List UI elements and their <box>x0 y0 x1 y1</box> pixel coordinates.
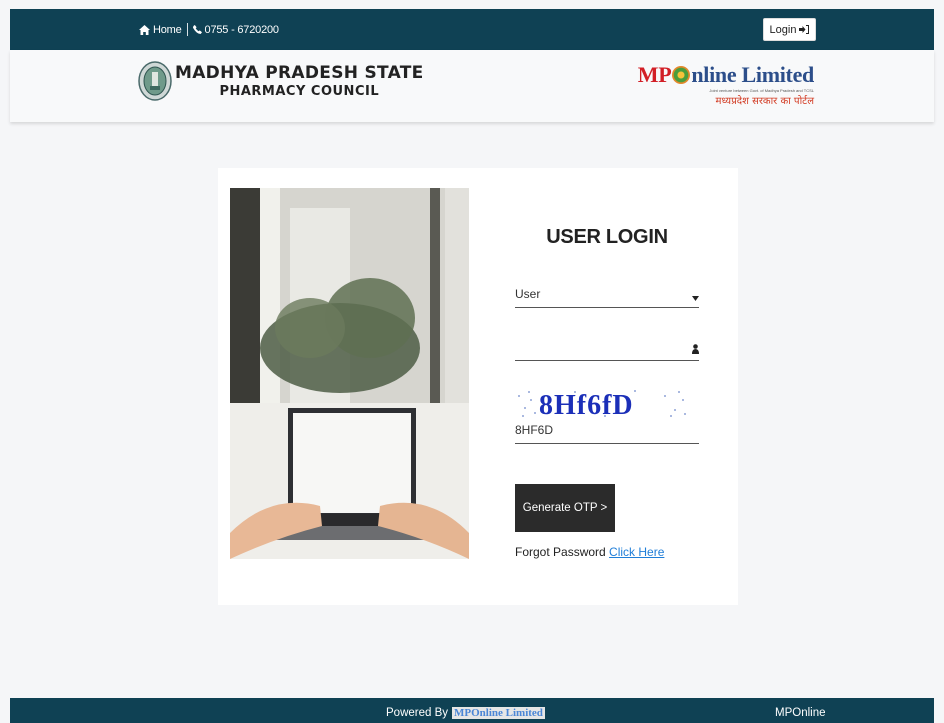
sign-in-icon <box>799 25 810 34</box>
user-id-input[interactable] <box>515 336 699 361</box>
council-name: MADHYA PRADESH STATE PHARMACY COUNCIL <box>175 63 424 101</box>
caret-down-icon <box>692 296 699 301</box>
brand-o-icon <box>672 66 691 84</box>
generate-otp-button[interactable]: Generate OTP > <box>515 484 615 532</box>
user-icon <box>692 344 699 354</box>
user-type-select[interactable]: User <box>515 283 699 308</box>
home-icon <box>139 24 150 35</box>
login-title: USER LOGIN <box>546 226 668 248</box>
login-card: USER LOGIN User 8Hf6fD 8HF6D Generate OT… <box>218 168 738 605</box>
powered-brand[interactable]: MPOnline Limited <box>452 707 545 719</box>
council-name-line2: PHARMACY COUNCIL <box>219 84 380 99</box>
powered-by: Powered By MPOnline Limited <box>386 707 545 719</box>
captcha-text: 8Hf6fD <box>539 390 634 420</box>
phone-icon <box>192 25 202 34</box>
powered-label: Powered By <box>386 707 449 719</box>
divider <box>186 23 188 36</box>
captcha-value: 8HF6D <box>515 423 554 437</box>
mponline-brand: MP nline Limited <box>637 62 815 88</box>
phone-number: 0755 - 6720200 <box>204 23 279 36</box>
site-footer: Powered By MPOnline Limited MPOnline <box>10 698 934 723</box>
council-name-line1: MADHYA PRADESH STATE <box>175 63 424 83</box>
top-bar-contact: Home 0755 - 6720200 <box>139 23 279 36</box>
captcha-image[interactable]: 8Hf6fD <box>515 388 689 420</box>
top-bar: Home 0755 - 6720200 Login <box>10 9 934 50</box>
brand-hindi: मध्यप्रदेश सरकार का पोर्टल <box>715 96 814 107</box>
phone-info: 0755 - 6720200 <box>192 23 279 36</box>
forgot-label: Forgot Password <box>515 545 606 559</box>
login-button[interactable]: Login <box>763 18 816 41</box>
brand-mp: MP <box>637 62 672 87</box>
footer-right-text: MPOnline <box>775 707 826 719</box>
laptop-photo <box>230 188 469 559</box>
home-link[interactable]: Home <box>139 24 182 36</box>
click-here-link[interactable]: Click Here <box>609 545 664 559</box>
brand-rest: nline Limited <box>691 62 814 87</box>
user-type-value: User <box>515 287 541 301</box>
forgot-password: Forgot Password Click Here <box>515 545 664 559</box>
mponline-logo: MP nline Limited Joint venture between Go… <box>637 62 815 107</box>
login-label: Login <box>769 23 797 36</box>
site-header: MADHYA PRADESH STATE PHARMACY COUNCIL MP… <box>10 50 934 122</box>
laptop-illustration <box>230 188 469 559</box>
home-label: Home <box>153 23 182 36</box>
council-emblem-logo <box>138 61 172 101</box>
captcha-input[interactable]: 8HF6D <box>515 418 699 444</box>
